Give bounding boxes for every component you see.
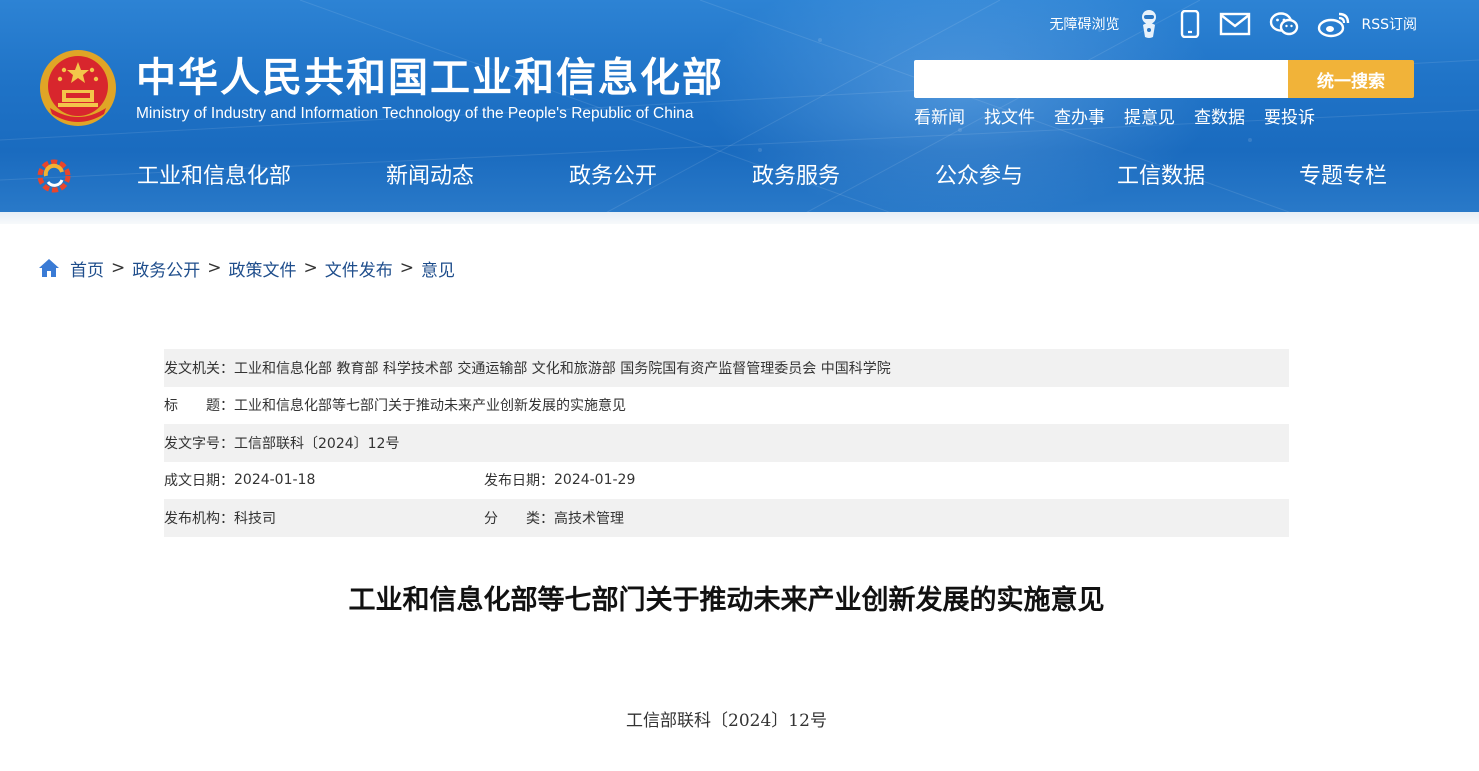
publish-date-value: 2024-01-29 bbox=[554, 472, 636, 489]
breadcrumb-opinions[interactable]: 意见 bbox=[421, 256, 455, 281]
article-doc-number: 工信部联科〔2024〕12号 bbox=[626, 711, 827, 731]
publishing-org-label: 发布机构： bbox=[164, 510, 234, 527]
search-input[interactable] bbox=[914, 60, 1288, 98]
info-row-doc-number: 发文字号： 工信部联科〔2024〕12号 bbox=[164, 424, 1289, 462]
publishing-org-value: 科技司 bbox=[234, 510, 276, 527]
doc-number-label: 发文字号： bbox=[164, 435, 234, 452]
issuer-label: 发文机关： bbox=[164, 360, 234, 377]
mobile-button[interactable] bbox=[1179, 10, 1201, 38]
weibo-button[interactable] bbox=[1317, 10, 1351, 38]
wechat-button[interactable] bbox=[1269, 10, 1299, 38]
nav-item-news[interactable]: 新闻动态 bbox=[386, 152, 474, 202]
nav-item-miit-data[interactable]: 工信数据 bbox=[1117, 152, 1205, 202]
info-row-dates: 成文日期： 2024-01-18 发布日期： 2024-01-29 bbox=[164, 462, 1289, 500]
mobile-phone-icon bbox=[1181, 10, 1200, 38]
quick-link-data[interactable]: 查数据 bbox=[1194, 106, 1245, 130]
main-nav: 工业和信息化部 新闻动态 政务公开 政务服务 公众参与 工信数据 专题专栏 bbox=[0, 152, 1479, 202]
quick-link-complaint[interactable]: 要投诉 bbox=[1264, 106, 1315, 130]
title-value: 工业和信息化部等七部门关于推动未来产业创新发展的实施意见 bbox=[234, 398, 626, 415]
quick-link-documents[interactable]: 找文件 bbox=[984, 106, 1035, 130]
nav-item-miit[interactable]: 工业和信息化部 bbox=[137, 152, 291, 202]
publish-date-label: 发布日期： bbox=[484, 473, 554, 490]
written-date-value: 2024-01-18 bbox=[234, 472, 316, 489]
accessibility-label: 无障碍浏览 bbox=[1049, 17, 1120, 33]
site-subtitle: Ministry of Industry and Information Tec… bbox=[136, 105, 694, 122]
quick-links: 看新闻 找文件 查办事 提意见 查数据 要投诉 bbox=[914, 106, 1334, 130]
mail-icon bbox=[1220, 12, 1251, 36]
nav-item-government-services[interactable]: 政务服务 bbox=[752, 152, 840, 202]
weibo-icon bbox=[1318, 12, 1350, 38]
title-label: 标 题： bbox=[164, 398, 234, 415]
nav-item-special-topics[interactable]: 专题专栏 bbox=[1299, 152, 1387, 202]
quick-link-services[interactable]: 查办事 bbox=[1054, 106, 1105, 130]
quick-link-news[interactable]: 看新闻 bbox=[914, 106, 965, 130]
breadcrumb-policy-documents[interactable]: 政策文件 bbox=[229, 256, 297, 281]
robot-icon bbox=[1142, 10, 1157, 38]
wechat-icon bbox=[1270, 12, 1299, 36]
breadcrumb-government-affairs[interactable]: 政务公开 bbox=[132, 256, 200, 281]
national-emblem-icon bbox=[40, 50, 116, 126]
publishing-org-cell: 发布机构： 科技司 bbox=[164, 508, 484, 528]
doc-number-value: 工信部联科〔2024〕12号 bbox=[234, 435, 400, 452]
accessibility-link[interactable]: 无障碍浏览 bbox=[1049, 14, 1119, 34]
nav-item-public-participation[interactable]: 公众参与 bbox=[935, 152, 1023, 202]
site-header: 中华人民共和国工业和信息化部 Ministry of Industry and … bbox=[0, 0, 1479, 216]
breadcrumb-separator: > bbox=[399, 258, 414, 278]
classification-value: 高技术管理 bbox=[554, 510, 624, 527]
rss-label: RSS订阅 bbox=[1361, 17, 1417, 33]
breadcrumb-separator: > bbox=[207, 258, 222, 278]
article-title: 工业和信息化部等七部门关于推动未来产业创新发展的实施意见 bbox=[348, 585, 1105, 616]
nav-item-government-affairs[interactable]: 政务公开 bbox=[569, 152, 657, 202]
home-icon[interactable] bbox=[38, 258, 60, 278]
info-row-org: 发布机构： 科技司 分 类： 高技术管理 bbox=[164, 499, 1289, 537]
breadcrumb-separator: > bbox=[303, 258, 318, 278]
site-title: 中华人民共和国工业和信息化部 bbox=[136, 55, 724, 101]
publish-date-cell: 发布日期： 2024-01-29 bbox=[484, 470, 635, 490]
header-shadow bbox=[0, 212, 1479, 224]
breadcrumb: 首页 > 政务公开 > 政策文件 > 文件发布 > 意见 bbox=[38, 256, 455, 281]
email-button[interactable] bbox=[1219, 12, 1251, 36]
robot-assistant-button[interactable] bbox=[1137, 7, 1161, 41]
top-tools: 无障碍浏览 RSS订阅 bbox=[1031, 6, 1417, 42]
breadcrumb-separator: > bbox=[111, 258, 126, 278]
search-box: 统一搜索 bbox=[914, 60, 1414, 98]
search-button[interactable]: 统一搜索 bbox=[1288, 60, 1414, 98]
classification-cell: 分 类： 高技术管理 bbox=[484, 508, 624, 528]
document-info-table: 发文机关： 工业和信息化部 教育部 科学技术部 交通运输部 文化和旅游部 国务院… bbox=[164, 349, 1289, 537]
info-row-title: 标 题： 工业和信息化部等七部门关于推动未来产业创新发展的实施意见 bbox=[164, 387, 1289, 425]
breadcrumb-home[interactable]: 首页 bbox=[70, 256, 104, 281]
classification-label: 分 类： bbox=[484, 510, 554, 527]
quick-link-feedback[interactable]: 提意见 bbox=[1124, 106, 1175, 130]
written-date-cell: 成文日期： 2024-01-18 bbox=[164, 470, 484, 490]
info-row-issuer: 发文机关： 工业和信息化部 教育部 科学技术部 交通运输部 文化和旅游部 国务院… bbox=[164, 349, 1289, 387]
rss-link[interactable]: RSS订阅 bbox=[1361, 14, 1417, 34]
issuer-value: 工业和信息化部 教育部 科学技术部 交通运输部 文化和旅游部 国务院国有资产监督… bbox=[234, 360, 891, 377]
breadcrumb-document-release[interactable]: 文件发布 bbox=[325, 256, 393, 281]
written-date-label: 成文日期： bbox=[164, 473, 234, 490]
